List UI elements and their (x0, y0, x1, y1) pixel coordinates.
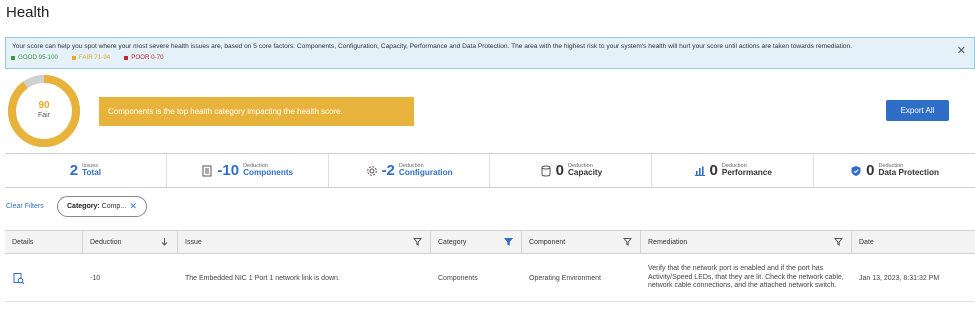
legend-poor-swatch (124, 55, 129, 60)
summary-components-value: -10 (217, 162, 240, 179)
legend-good-swatch (11, 55, 15, 60)
summary-components[interactable]: -10 Deduction Components (167, 154, 329, 187)
clear-filters-link[interactable]: Clear Filters (6, 203, 44, 210)
shield-icon (851, 165, 861, 176)
legend-fair-swatch (71, 55, 76, 60)
summary-performance-value: 0 (709, 162, 718, 179)
legend-fair-label: FAIR 71-94 (78, 54, 111, 61)
health-score-gauge (8, 75, 80, 147)
filter-active-icon[interactable] (504, 237, 513, 246)
filter-icon[interactable] (623, 237, 632, 246)
column-remediation-label: Remediation (648, 239, 688, 246)
column-component[interactable]: Component (522, 231, 641, 254)
row-category: Components (438, 274, 478, 282)
document-icon (202, 165, 212, 176)
health-issues-table: Details Deduction Issue Category Compone… (5, 230, 975, 302)
legend-poor: POOR 0-70 (124, 54, 164, 61)
export-all-button[interactable]: Export All (886, 100, 949, 121)
remove-filter-icon[interactable]: ✕ (129, 201, 137, 212)
database-icon (541, 165, 551, 176)
summary-total[interactable]: 2 Issues Total (5, 154, 167, 187)
column-category-label: Category (438, 239, 467, 246)
legend-poor-label: POOR 0-70 (131, 54, 164, 61)
summary-performance[interactable]: 0 Deduction Performance (652, 154, 815, 187)
summary-capacity-value: 0 (555, 162, 564, 179)
row-component: Operating Environment (529, 274, 601, 282)
row-details-cell (5, 254, 83, 302)
column-deduction[interactable]: Deduction (83, 231, 178, 254)
table-header: Details Deduction Issue Category Compone… (5, 230, 975, 254)
row-date: Jan 13, 2023, 8:31:32 PM (859, 274, 940, 282)
table-row[interactable]: -10 The Embedded NIC 1 Port 1 network li… (5, 254, 975, 302)
legend-good: GOOD 95-100 (11, 54, 58, 61)
summary-capacity[interactable]: 0 Deduction Capacity (490, 154, 653, 187)
summary-configuration[interactable]: -2 Deduction Configuration (329, 154, 491, 187)
row-deduction: -10 (90, 274, 101, 282)
column-remediation[interactable]: Remediation (641, 231, 852, 254)
view-details-icon[interactable] (12, 272, 25, 285)
bar-chart-icon (694, 166, 705, 176)
summary-data-protection[interactable]: 0 Deduction Data Protection (814, 154, 975, 187)
legend-fair: FAIR 71-94 (71, 54, 111, 61)
summary-performance-label: Performance (721, 168, 772, 178)
category-filter-chip[interactable]: Category: Comp... ✕ (57, 196, 147, 217)
row-remediation: Verify that the network port is enabled … (648, 264, 844, 290)
filter-icon[interactable] (834, 237, 843, 246)
filter-icon[interactable] (413, 237, 422, 246)
summary-data-protection-value: 0 (866, 162, 875, 179)
column-deduction-label: Deduction (90, 239, 122, 246)
health-score-value: 90 (38, 100, 50, 111)
column-date[interactable]: Date (852, 231, 975, 254)
score-legend: GOOD 95-100 FAIR 71-94 POOR 0-70 (11, 54, 164, 61)
column-details-label: Details (12, 239, 34, 246)
top-category-banner: Components is the top health category im… (99, 97, 414, 126)
column-issue-label: Issue (185, 239, 202, 246)
summary-capacity-label: Capacity (568, 168, 603, 178)
info-banner: Your score can help you spot where your … (5, 37, 975, 69)
column-date-label: Date (859, 239, 874, 246)
summary-components-label: Components (243, 168, 294, 178)
summary-total-label: Total (82, 168, 102, 178)
close-icon[interactable]: ✕ (957, 44, 966, 57)
summary-total-value: 2 (69, 162, 79, 179)
column-category[interactable]: Category (431, 231, 522, 254)
info-banner-text: Your score can help you spot where your … (12, 43, 853, 50)
gauge-arc (8, 75, 80, 147)
summary-configuration-label: Configuration (398, 168, 453, 178)
legend-good-label: GOOD 95-100 (18, 54, 58, 61)
health-score-label: Fair (37, 112, 51, 119)
sort-down-icon[interactable] (160, 237, 169, 246)
column-issue[interactable]: Issue (178, 231, 431, 254)
column-component-label: Component (529, 239, 566, 246)
column-details[interactable]: Details (5, 231, 83, 254)
gear-icon (366, 165, 377, 176)
health-summary-bar: 2 Issues Total -10 Deduction Components -2… (5, 153, 975, 188)
filter-chip-value: Comp... (101, 203, 127, 210)
filter-chip-key: Category: (67, 203, 100, 210)
summary-data-protection-label: Data Protection (878, 168, 939, 178)
row-issue: The Embedded NIC 1 Port 1 network link i… (185, 274, 340, 282)
summary-configuration-value: -2 (381, 162, 395, 179)
page-title: Health (6, 4, 50, 21)
